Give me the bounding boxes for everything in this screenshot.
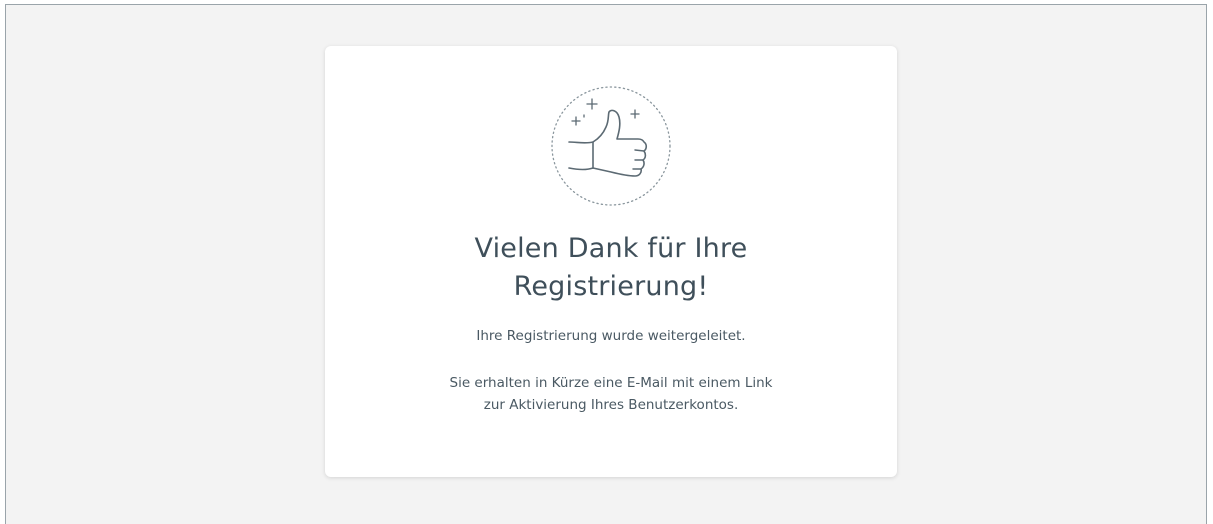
confirmation-message: Sie erhalten in Kürze eine E-Mail mit ei… bbox=[325, 372, 897, 416]
page-frame: Vielen Dank für Ihre Registrierung! Ihre… bbox=[5, 4, 1207, 524]
confirmation-subtitle: Ihre Registrierung wurde weitergeleitet. bbox=[476, 328, 746, 344]
thumbs-up-icon bbox=[549, 84, 673, 208]
message-line-1: Sie erhalten in Kürze eine E-Mail mit ei… bbox=[449, 375, 773, 391]
message-line-2: zur Aktivierung Ihres Benutzerkontos. bbox=[483, 397, 739, 413]
page-title: Vielen Dank für Ihre Registrierung! bbox=[325, 230, 897, 306]
title-line-2: Registrierung! bbox=[513, 271, 709, 302]
title-line-1: Vielen Dank für Ihre bbox=[474, 233, 748, 264]
confirmation-card: Vielen Dank für Ihre Registrierung! Ihre… bbox=[325, 46, 897, 477]
